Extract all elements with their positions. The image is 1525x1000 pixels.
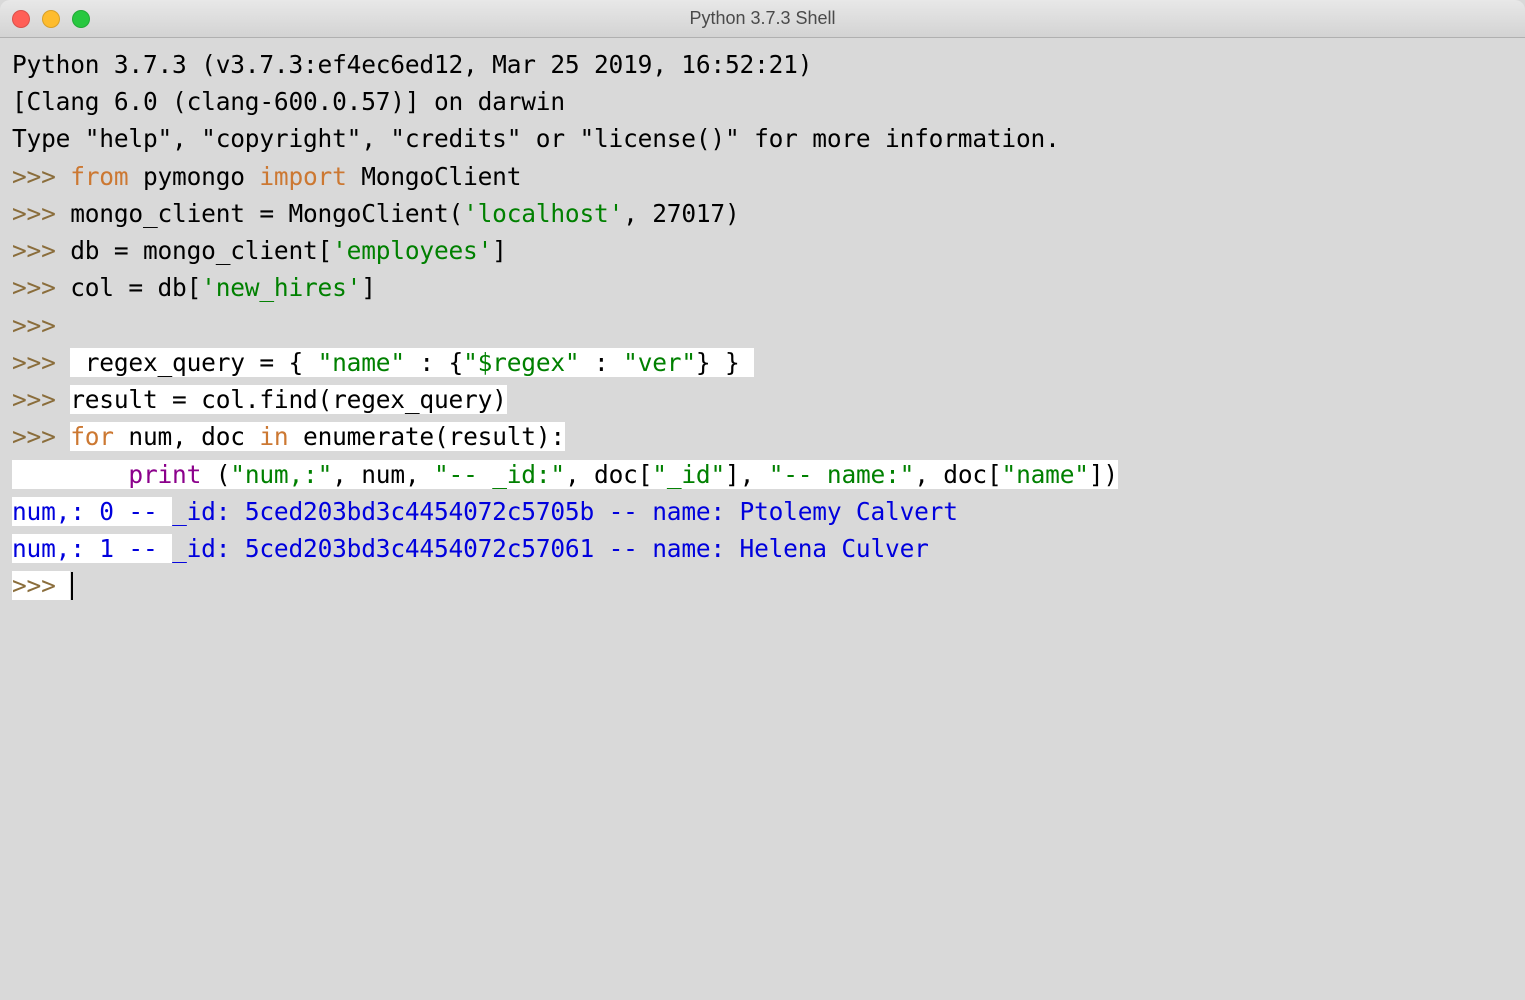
- keyword-for: for: [70, 422, 114, 451]
- code-text: regex_query = {: [70, 348, 317, 377]
- prompt: >>>: [12, 348, 70, 377]
- close-icon[interactable]: [12, 10, 30, 28]
- string-literal: 'localhost': [463, 199, 623, 228]
- string-literal: "-- name:": [769, 460, 915, 489]
- output-segment: _id: 5ced203bd3c4454072c57061 -- name: H…: [172, 534, 929, 563]
- prompt: >>>: [12, 571, 70, 600]
- code-text: , doc[: [914, 460, 1001, 489]
- shell-content[interactable]: Python 3.7.3 (v3.7.3:ef4ec6ed12, Mar 25 …: [0, 38, 1525, 1000]
- prompt-line: >>>: [12, 571, 70, 600]
- banner-line: Type "help", "copyright", "credits" or "…: [12, 124, 1060, 153]
- keyword-in: in: [259, 422, 288, 451]
- keyword-import: import: [259, 162, 346, 191]
- code-text: :: [579, 348, 623, 377]
- banner-line: [Clang 6.0 (clang-600.0.57)] on darwin: [12, 87, 565, 116]
- highlighted-code: print ("num,:", num, "-- _id:", doc["_id…: [12, 460, 1118, 489]
- code-text: , doc[: [565, 460, 652, 489]
- prompt: >>>: [12, 162, 70, 191]
- idle-shell-window: Python 3.7.3 Shell Python 3.7.3 (v3.7.3:…: [0, 0, 1525, 1000]
- code-text: : {: [405, 348, 463, 377]
- code-text: , 27017): [623, 199, 739, 228]
- prompt: >>>: [12, 422, 70, 451]
- code-text: col = db[: [70, 273, 201, 302]
- code-text: ],: [725, 460, 769, 489]
- prompt: >>>: [12, 236, 70, 265]
- code-text: ]): [1089, 460, 1118, 489]
- output-line: num,: 0 -- _id: 5ced203bd3c4454072c5705b…: [12, 497, 958, 526]
- keyword-from: from: [70, 162, 128, 191]
- prompt: >>>: [12, 199, 70, 228]
- banner-line: Python 3.7.3 (v3.7.3:ef4ec6ed12, Mar 25 …: [12, 50, 827, 79]
- code-text: , num,: [332, 460, 434, 489]
- string-literal: "ver": [623, 348, 696, 377]
- string-literal: "-- _id:": [434, 460, 565, 489]
- indent: [12, 460, 128, 489]
- output-segment: num,: 1 --: [12, 534, 172, 563]
- string-literal: 'employees': [332, 236, 492, 265]
- string-literal: "name": [1002, 460, 1089, 489]
- output-segment: num,: 0 --: [12, 497, 172, 526]
- prompt: >>>: [12, 273, 70, 302]
- titlebar[interactable]: Python 3.7.3 Shell: [0, 0, 1525, 38]
- minimize-icon[interactable]: [42, 10, 60, 28]
- cursor-icon: [71, 572, 73, 600]
- string-literal: "_id": [652, 460, 725, 489]
- highlighted-code: regex_query = { "name" : {"$regex" : "ve…: [70, 348, 754, 377]
- prompt: >>>: [12, 311, 70, 340]
- code-text: MongoClient: [347, 162, 522, 191]
- code-text: pymongo: [128, 162, 259, 191]
- code-text: enumerate(result):: [288, 422, 564, 451]
- highlighted-code: result = col.find(regex_query): [70, 385, 507, 414]
- output-segment: _id: 5ced203bd3c4454072c5705b -- name: P…: [172, 497, 958, 526]
- builtin-print: print: [128, 460, 201, 489]
- window-title: Python 3.7.3 Shell: [689, 8, 835, 29]
- code-text: db = mongo_client[: [70, 236, 332, 265]
- code-text: } }: [696, 348, 754, 377]
- string-literal: "$regex": [463, 348, 579, 377]
- prompt: >>>: [12, 385, 70, 414]
- string-literal: 'new_hires': [201, 273, 361, 302]
- output-line: num,: 1 -- _id: 5ced203bd3c4454072c57061…: [12, 534, 929, 563]
- code-text: ]: [492, 236, 507, 265]
- code-text: num, doc: [114, 422, 260, 451]
- code-text: ]: [361, 273, 376, 302]
- window-controls: [12, 10, 90, 28]
- string-literal: "name": [318, 348, 405, 377]
- code-text: (: [201, 460, 230, 489]
- zoom-icon[interactable]: [72, 10, 90, 28]
- highlighted-code: for num, doc in enumerate(result):: [70, 422, 565, 451]
- string-literal: "num,:": [230, 460, 332, 489]
- code-text: mongo_client = MongoClient(: [70, 199, 463, 228]
